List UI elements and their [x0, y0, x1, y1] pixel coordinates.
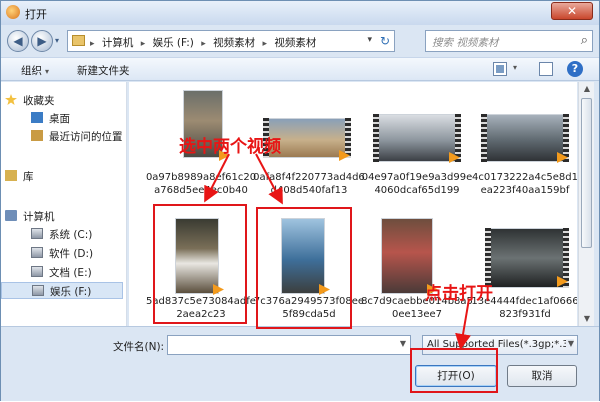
recent-places-icon	[31, 130, 43, 141]
address-row: ◀ ▶ ▾ ▸ 计算机 ▸ 娱乐 (F:) ▸ 视频素材 ▸ 视频素材 ▾ ↻ …	[1, 25, 599, 57]
cancel-button[interactable]: 取消	[507, 365, 577, 387]
search-input[interactable]: 搜索 视频素材 ⌕	[425, 30, 593, 52]
title-bar: 打开 ✕	[1, 1, 599, 25]
new-folder-button[interactable]: 新建文件夹	[77, 63, 130, 78]
sidebar-item-favorites[interactable]: 收藏夹	[1, 92, 123, 109]
drive-icon	[31, 228, 43, 239]
back-button[interactable]: ◀	[7, 30, 29, 52]
desktop-icon	[31, 112, 43, 123]
sidebar-item-libraries[interactable]: 库	[1, 168, 123, 185]
change-view-icon[interactable]	[493, 62, 507, 76]
refresh-icon[interactable]: ↻	[380, 34, 390, 48]
folder-icon	[72, 35, 85, 46]
address-bar[interactable]: ▸ 计算机 ▸ 娱乐 (F:) ▸ 视频素材 ▸ 视频素材 ▾ ↻	[67, 30, 395, 52]
computer-icon	[5, 210, 17, 221]
video-thumbnail	[367, 90, 467, 170]
chevron-down-icon[interactable]: ▼	[400, 339, 406, 348]
drive-icon	[31, 266, 43, 277]
address-dropdown[interactable]: ▾	[367, 35, 372, 45]
library-icon	[5, 170, 17, 181]
highlight-box-video-2	[256, 207, 352, 329]
crumb-folder-2[interactable]: 视频素材	[274, 37, 316, 49]
chevron-down-icon[interactable]: ▼	[565, 339, 574, 348]
video-thumbnail	[151, 90, 251, 170]
toolbar: 组织 ▾ 新建文件夹 ▾ ?	[1, 57, 599, 81]
annotation-click-open: 点击打开	[425, 284, 493, 304]
sidebar-item-drive-f[interactable]: 娱乐 (F:)	[1, 282, 123, 299]
drive-icon	[31, 247, 43, 258]
scroll-up-icon[interactable]: ▲	[579, 82, 595, 96]
search-placeholder: 搜索 视频素材	[432, 37, 499, 49]
help-icon[interactable]: ?	[567, 61, 583, 77]
sidebar-item-recent[interactable]: 最近访问的位置	[1, 128, 123, 145]
highlight-box-video-1	[153, 204, 247, 324]
sidebar-item-drive-c[interactable]: 系统 (C:)	[1, 226, 123, 243]
recent-pages-dropdown[interactable]: ▾	[55, 36, 59, 45]
crumb-computer[interactable]: 计算机	[102, 37, 134, 49]
crumb-drive-f[interactable]: 娱乐 (F:)	[153, 37, 194, 49]
filename-field[interactable]: ▼	[167, 335, 411, 355]
dialog-footer: 文件名(N): ▼ All Supported Files(*.3gp;*.3 …	[1, 326, 599, 401]
scroll-down-icon[interactable]: ▼	[579, 312, 595, 326]
organize-button[interactable]: 组织 ▾	[21, 63, 49, 78]
drive-icon	[32, 285, 44, 296]
sidebar-item-computer[interactable]: 计算机	[1, 208, 123, 225]
filename-label: 文件名(N):	[113, 341, 165, 353]
video-thumbnail	[475, 90, 575, 170]
sidebar-item-drive-e[interactable]: 文档 (E:)	[1, 264, 123, 281]
app-icon	[6, 5, 20, 19]
search-icon[interactable]: ⌕	[581, 33, 588, 48]
open-file-dialog: 打开 ✕ ◀ ▶ ▾ ▸ 计算机 ▸ 娱乐 (F:) ▸ 视频素材 ▸ 视频素材…	[0, 0, 600, 401]
sidebar-item-drive-d[interactable]: 软件 (D:)	[1, 245, 123, 262]
annotation-select-two-videos: 选中两个视频	[179, 137, 281, 157]
close-button[interactable]: ✕	[551, 2, 593, 20]
star-icon	[5, 94, 17, 105]
breadcrumb: ▸ 计算机 ▸ 娱乐 (F:) ▸ 视频素材 ▸ 视频素材	[90, 37, 317, 49]
preview-pane-icon[interactable]	[539, 62, 553, 76]
sidebar-item-desktop[interactable]: 桌面	[1, 110, 123, 127]
crumb-folder-1[interactable]: 视频素材	[213, 37, 255, 49]
view-options-dropdown[interactable]: ▾	[513, 63, 517, 72]
window-title: 打开	[25, 8, 47, 21]
file-list-scrollbar[interactable]: ▲ ▼	[578, 82, 594, 326]
navigation-pane: 收藏夹 桌面 最近访问的位置 库 计算机 系统 (C:) 软件 (D:) 文档	[1, 82, 127, 326]
video-thumbnail	[259, 90, 359, 170]
highlight-box-open-button	[410, 348, 498, 393]
forward-button[interactable]: ▶	[31, 30, 53, 52]
scroll-thumb[interactable]	[581, 98, 592, 248]
